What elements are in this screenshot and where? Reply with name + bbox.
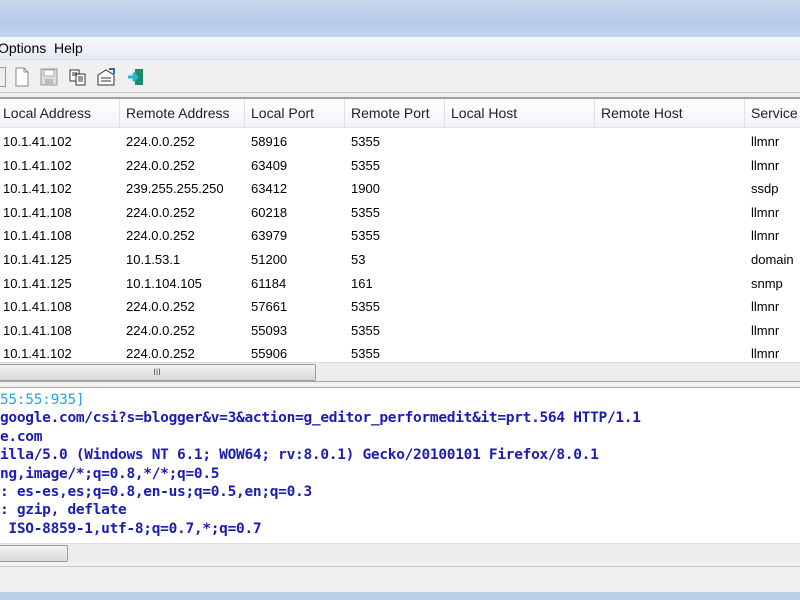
cell-remote-port: 161 <box>351 275 373 291</box>
new-file-icon[interactable] <box>12 67 32 87</box>
cell-local-port: 51200 <box>251 252 288 267</box>
copy-icon[interactable] <box>68 67 88 87</box>
cell-remote-address: 239.255.255.250 <box>126 181 224 197</box>
cell-local-address: 10.1.41.102 <box>3 134 72 149</box>
table-row[interactable]: 10.1.41.125 10.1.53.1 51200 53 domain <box>0 248 800 271</box>
cell-local-address: 10.1.41.108 <box>3 299 72 315</box>
cell-remote-port: 5355 <box>351 204 380 220</box>
cell-service: llmnr <box>751 346 780 362</box>
table-row[interactable]: 10.1.41.108 224.0.0.252 60218 5355 llmnr <box>0 201 800 224</box>
table-row[interactable]: 10.1.41.102 239.255.255.250 63412 1900 ssdp <box>0 177 800 200</box>
detail-line: e.com <box>0 429 43 445</box>
table-row[interactable]: 10.1.41.102 224.0.0.252 55906 5355 llmnr <box>0 342 800 362</box>
column-remote-address[interactable]: Remote Address <box>120 99 245 128</box>
menu-bar: Options Help <box>0 37 800 60</box>
cell-local-port: 61184 <box>251 275 287 291</box>
toolbar <box>0 61 800 93</box>
cell-remote-address: 224.0.0.252 <box>126 157 195 173</box>
column-local-host[interactable]: Local Host <box>445 99 595 128</box>
cell-remote-address: 224.0.0.252 <box>126 346 195 362</box>
cell-local-port: 60218 <box>251 204 288 220</box>
table-row[interactable]: 10.1.41.108 224.0.0.252 55093 5355 llmnr <box>0 319 800 342</box>
detail-line: : es-es,es;q=0.8,en-us;q=0.5,en;q=0.3 <box>0 484 312 500</box>
cell-remote-port: 5355 <box>351 322 380 338</box>
cell-service: snmp <box>751 275 783 291</box>
cell-remote-port: 5355 <box>351 134 380 149</box>
properties-icon[interactable] <box>96 67 116 87</box>
cell-local-address: 10.1.41.125 <box>3 252 72 267</box>
scrollbar-thumb[interactable] <box>0 545 68 562</box>
cell-local-port: 63409 <box>251 157 288 173</box>
cell-remote-port: 53 <box>351 252 366 267</box>
cell-remote-port: 5355 <box>351 157 380 173</box>
cell-local-address: 10.1.41.108 <box>3 322 72 338</box>
scrollbar-thumb[interactable]: III <box>0 364 316 381</box>
exit-icon[interactable] <box>126 67 146 87</box>
window-frame-bottom <box>0 592 800 600</box>
column-remote-port[interactable]: Remote Port <box>345 99 445 128</box>
pane-splitter[interactable] <box>0 381 800 388</box>
cell-local-address: 10.1.41.108 <box>3 228 72 244</box>
cell-service: llmnr <box>751 157 780 173</box>
cell-service: llmnr <box>751 134 780 149</box>
column-local-address[interactable]: Local Address <box>0 99 120 128</box>
cell-remote-port: 1900 <box>351 181 380 197</box>
cell-remote-port: 5355 <box>351 299 380 315</box>
cell-local-port: 63979 <box>251 228 288 244</box>
cell-service: llmnr <box>751 299 780 315</box>
menu-options[interactable]: Options <box>0 40 46 56</box>
table-horizontal-scrollbar[interactable]: III <box>0 362 800 381</box>
cell-local-port: 55093 <box>251 322 288 338</box>
cell-remote-address: 10.1.53.1 <box>126 252 181 267</box>
table-row[interactable]: 10.1.41.125 10.1.104.105 61184 161 snmp <box>0 272 800 295</box>
detail-line: ISO-8859-1,utf-8;q=0.7,*;q=0.7 <box>0 521 262 537</box>
column-local-port[interactable]: Local Port <box>245 99 345 128</box>
cell-remote-port: 5355 <box>351 346 380 362</box>
connections-table: Local Address Remote Address Local Port … <box>0 97 800 362</box>
cell-remote-address: 10.1.104.105 <box>126 275 202 291</box>
table-row[interactable]: 10.1.41.108 224.0.0.252 57661 5355 llmnr <box>0 295 800 318</box>
cell-remote-address: 224.0.0.252 <box>126 322 195 338</box>
cell-local-address: 10.1.41.102 <box>3 346 72 362</box>
cell-local-address: 10.1.41.125 <box>3 275 72 291</box>
column-remote-host[interactable]: Remote Host <box>595 99 745 128</box>
detail-line: illa/5.0 (Windows NT 6.1; WOW64; rv:8.0.… <box>0 447 599 463</box>
cell-local-port: 55906 <box>251 346 288 362</box>
cell-remote-address: 224.0.0.252 <box>126 204 195 220</box>
toolbar-edge-icon[interactable] <box>0 67 6 87</box>
cell-local-address: 10.1.41.102 <box>3 181 72 197</box>
menu-help[interactable]: Help <box>54 40 83 56</box>
detail-line: google.com/csi?s=blogger&v=3&action=g_ed… <box>0 410 641 426</box>
cell-remote-address: 224.0.0.252 <box>126 299 195 315</box>
table-row[interactable]: 10.1.41.108 224.0.0.252 63979 5355 llmnr <box>0 224 800 247</box>
details-horizontal-scrollbar[interactable] <box>0 543 800 562</box>
cell-service: llmnr <box>751 322 780 338</box>
cell-service: domain <box>751 252 794 267</box>
title-bar <box>0 0 800 37</box>
request-details-pane: 55:55:935] google.com/csi?s=blogger&v=3&… <box>0 388 800 543</box>
timestamp-line: 55:55:935] <box>0 392 85 408</box>
detail-line: : gzip, deflate <box>0 502 127 518</box>
cell-local-port: 57661 <box>251 299 288 315</box>
table-row[interactable]: 10.1.41.102 224.0.0.252 58916 5355 llmnr <box>0 130 800 153</box>
cell-service: ssdp <box>751 181 779 197</box>
cell-local-address: 10.1.41.108 <box>3 204 72 220</box>
cell-remote-address: 224.0.0.252 <box>126 228 195 244</box>
cell-remote-address: 224.0.0.252 <box>126 134 195 149</box>
cell-local-port: 58916 <box>251 134 288 149</box>
column-service[interactable]: Service <box>745 99 800 128</box>
cell-service: llmnr <box>751 228 780 244</box>
table-header: Local Address Remote Address Local Port … <box>0 99 800 128</box>
detail-line: ng,image/*;q=0.8,*/*;q=0.5 <box>0 466 220 482</box>
table-row[interactable]: 10.1.41.102 224.0.0.252 63409 5355 llmnr <box>0 154 800 177</box>
cell-service: llmnr <box>751 204 780 220</box>
cell-local-port: 63412 <box>251 181 288 197</box>
cell-remote-port: 5355 <box>351 228 380 244</box>
status-bar <box>0 566 800 591</box>
cell-local-address: 10.1.41.102 <box>3 157 72 173</box>
save-icon[interactable] <box>39 67 59 87</box>
